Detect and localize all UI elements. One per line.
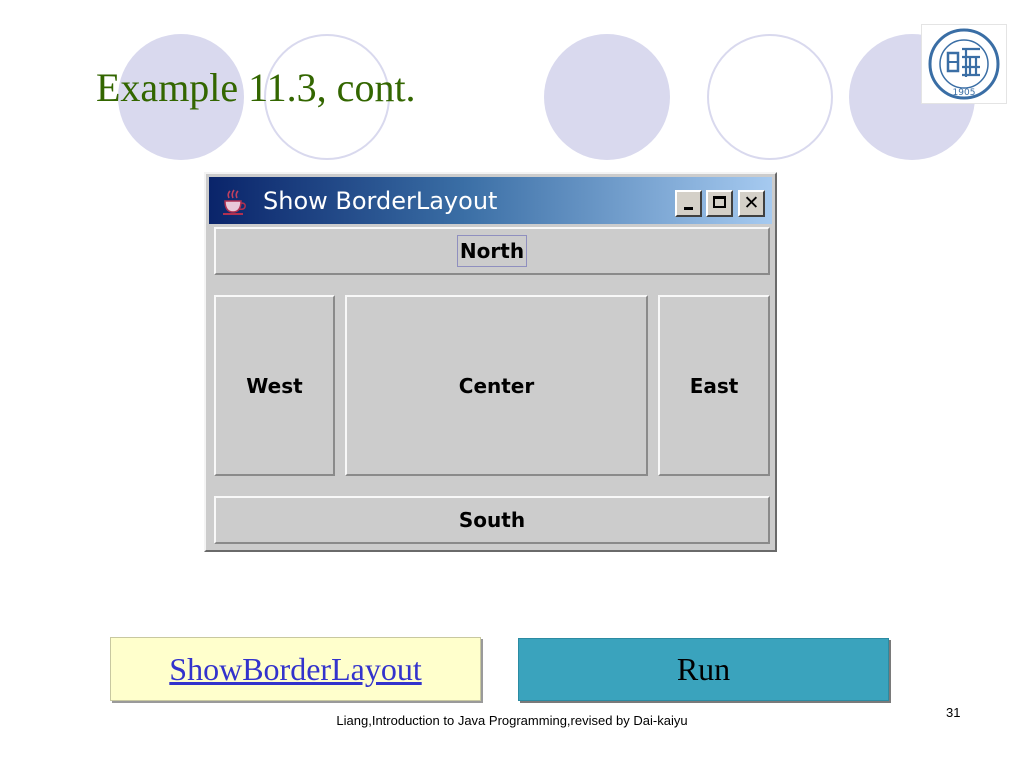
- slide-title: Example 11.3, cont.: [96, 65, 416, 110]
- decor-circle: [544, 34, 670, 160]
- east-label: East: [689, 373, 739, 398]
- north-label: North: [456, 235, 528, 267]
- show-border-layout-link[interactable]: ShowBorderLayout: [169, 651, 421, 688]
- close-button[interactable]: ✕: [738, 190, 765, 217]
- north-button[interactable]: North: [214, 227, 770, 275]
- west-label: West: [246, 373, 303, 398]
- east-button[interactable]: East: [658, 295, 770, 476]
- university-logo: 1905: [921, 24, 1007, 104]
- west-button[interactable]: West: [214, 295, 335, 476]
- minimize-icon: [684, 207, 693, 210]
- maximize-icon: [713, 196, 726, 208]
- center-label: Center: [458, 373, 535, 398]
- south-button[interactable]: South: [214, 496, 770, 544]
- south-label: South: [458, 508, 526, 532]
- close-icon: ✕: [743, 192, 760, 214]
- minimize-button[interactable]: [675, 190, 702, 217]
- decor-circle: [707, 34, 833, 160]
- page-number: 31: [946, 705, 961, 720]
- source-link-box: ShowBorderLayout: [110, 637, 481, 701]
- svg-text:1905: 1905: [953, 88, 976, 98]
- border-layout-window: Show BorderLayout ✕ North West Center Ea…: [204, 172, 777, 552]
- center-button[interactable]: Center: [345, 295, 648, 476]
- maximize-button[interactable]: [706, 190, 733, 217]
- window-title: Show BorderLayout: [263, 187, 498, 215]
- run-label: Run: [676, 651, 731, 687]
- title-bar[interactable]: Show BorderLayout ✕: [209, 177, 772, 224]
- slide-footer: Liang,Introduction to Java Programming,r…: [336, 713, 688, 728]
- run-button[interactable]: Run: [518, 638, 889, 701]
- java-cup-icon: [223, 189, 246, 215]
